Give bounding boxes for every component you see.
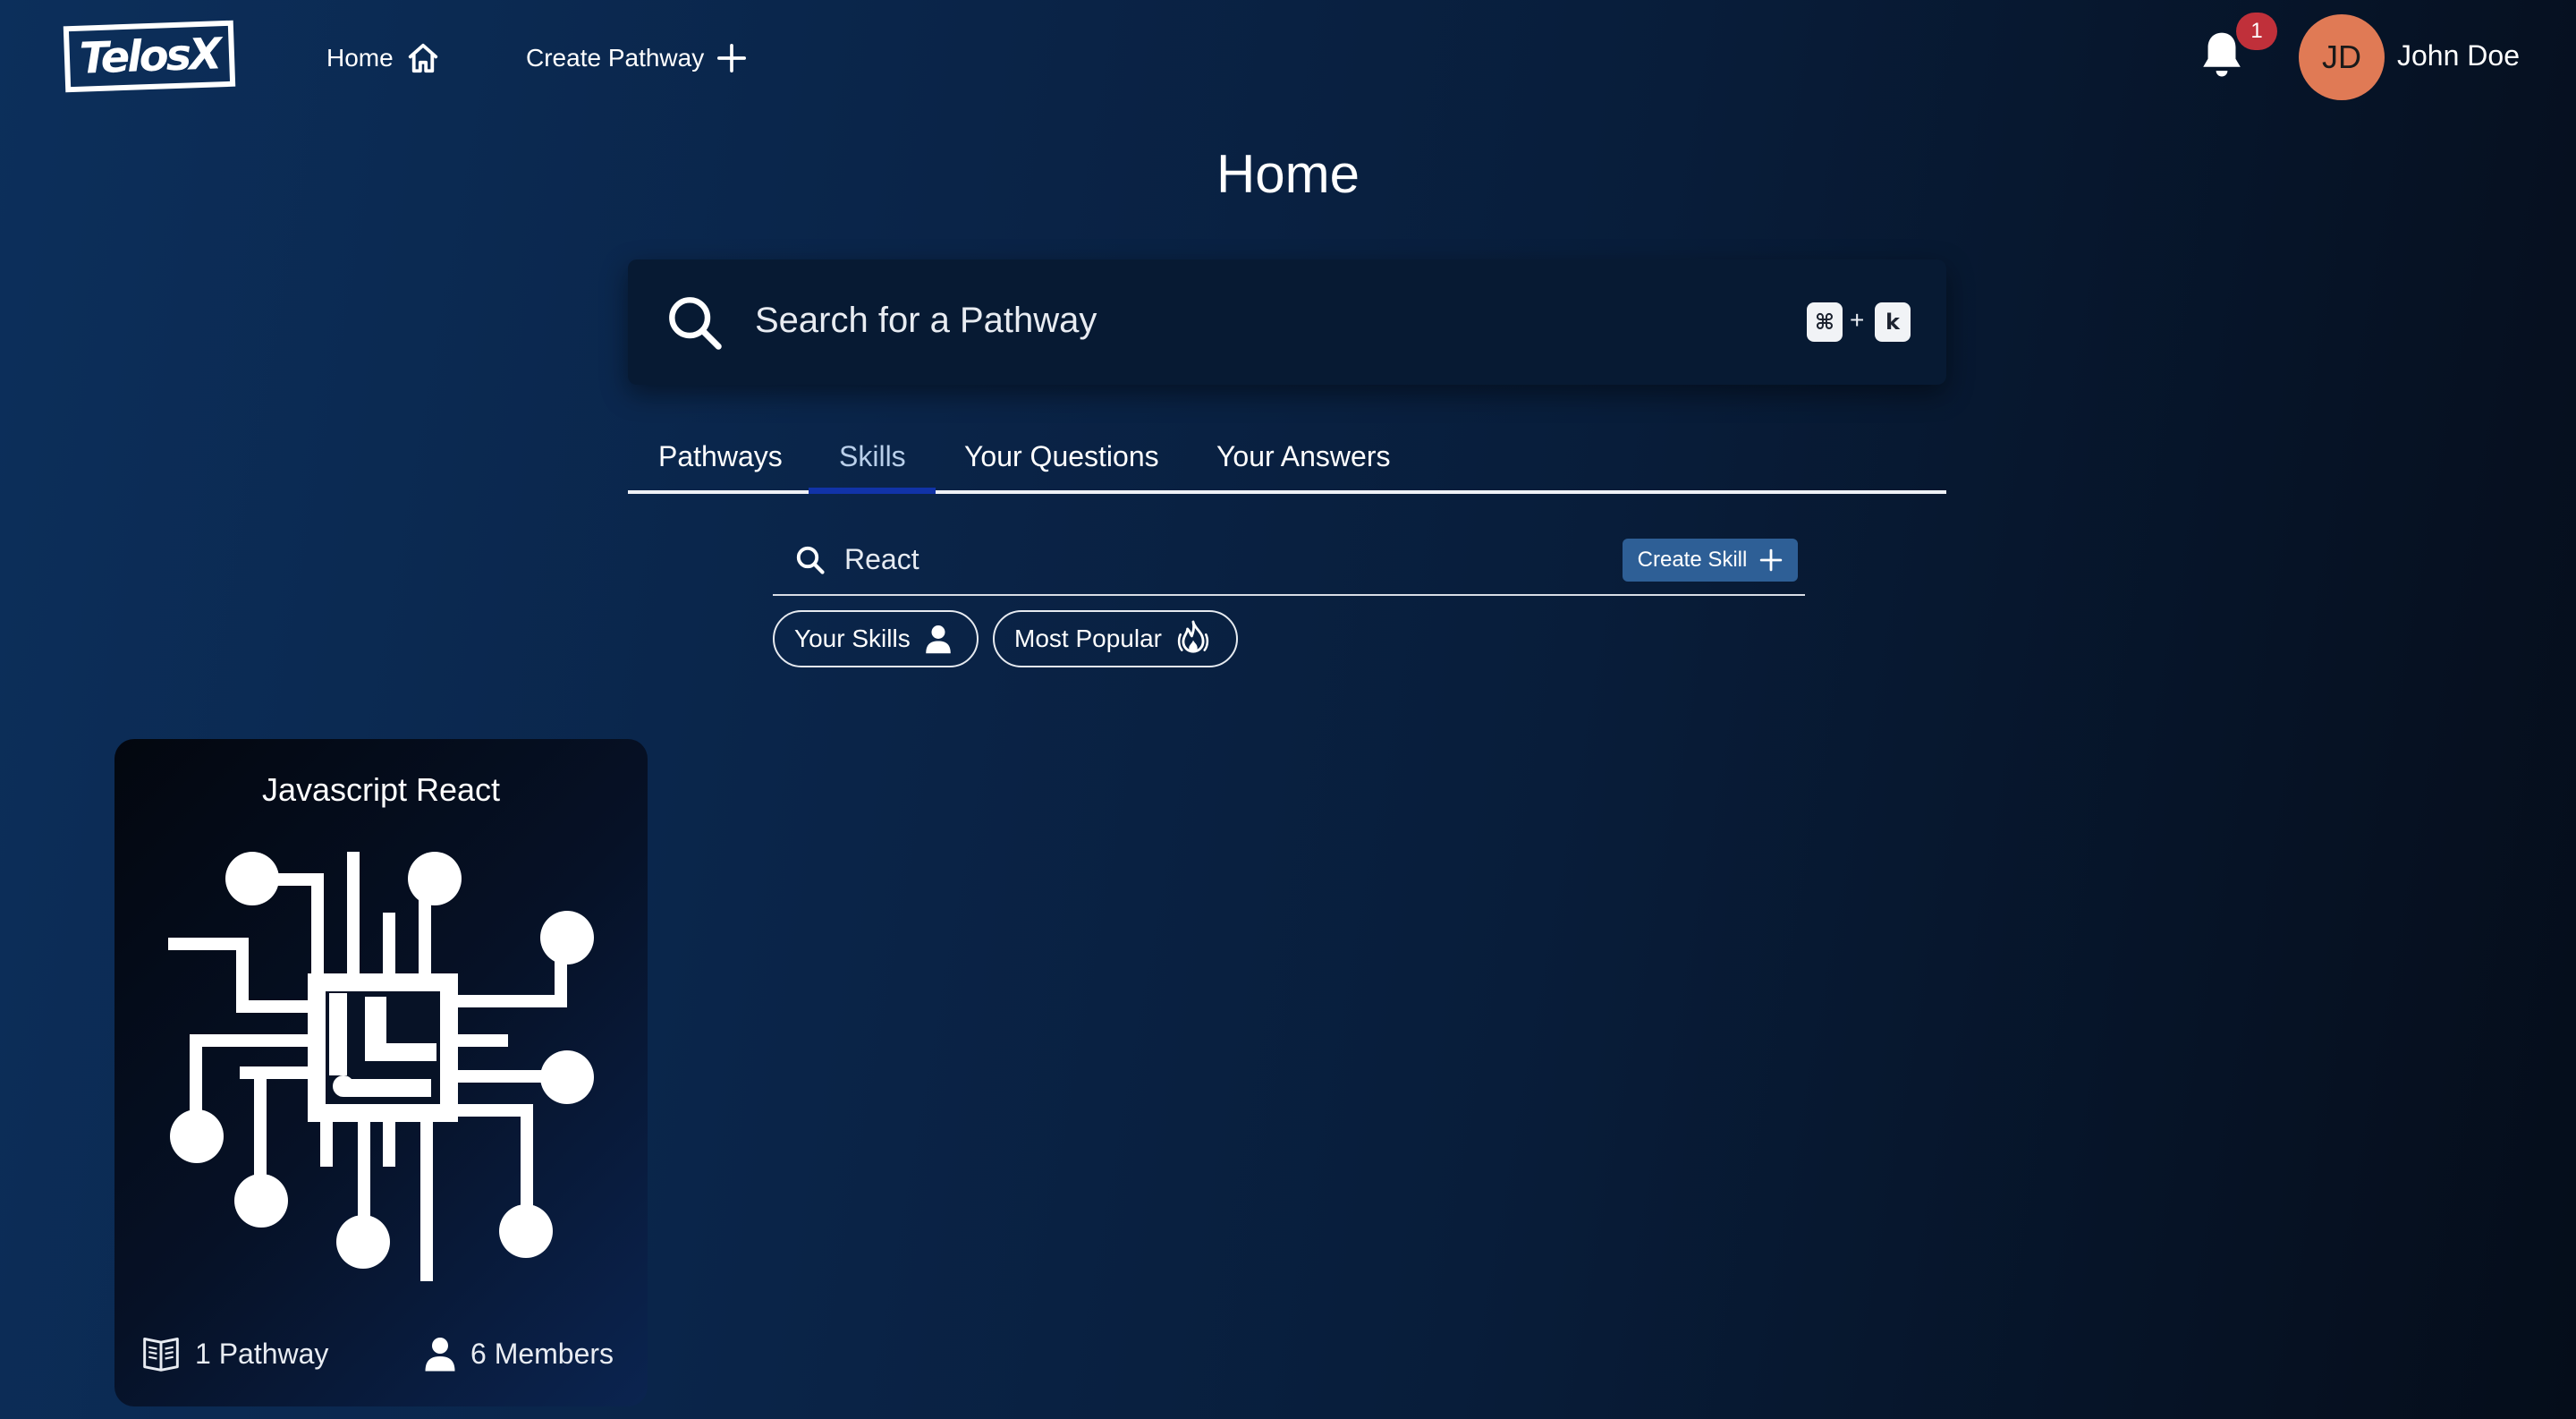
user-name[interactable]: John Doe xyxy=(2397,39,2520,72)
filter-your-skills[interactable]: Your Skills xyxy=(773,610,979,667)
skill-card-title: Javascript React xyxy=(261,771,501,808)
pathway-search-bar[interactable]: Search for a Pathway ⌘ + k xyxy=(628,259,1946,385)
book-icon xyxy=(143,1338,179,1372)
home-icon xyxy=(408,43,437,73)
nav-create-pathway-label: Create Pathway xyxy=(526,44,705,72)
user-icon xyxy=(425,1338,455,1372)
shortcut-plus: + xyxy=(1850,306,1865,334)
skill-card-members: 6 Members xyxy=(424,1333,614,1374)
nav-home-label: Home xyxy=(326,44,394,72)
skill-card-pathways: 1 Pathway xyxy=(141,1333,328,1374)
nav-create-pathway-link[interactable]: Create Pathway xyxy=(526,36,747,81)
user-icon xyxy=(925,625,951,654)
plus-icon xyxy=(717,43,747,73)
search-icon xyxy=(796,546,825,574)
skill-card-members-label: 6 Members xyxy=(470,1337,614,1370)
shortcut-cmd-key: ⌘ xyxy=(1807,302,1843,342)
telosx-logo[interactable]: TelosX xyxy=(63,20,236,93)
active-tab-indicator xyxy=(809,488,936,494)
avatar[interactable]: JD xyxy=(2299,14,2385,100)
skill-card[interactable]: Javascript React 1 Pathway 6 Members xyxy=(114,739,648,1406)
filter-most-popular-label: Most Popular xyxy=(1014,625,1162,652)
tab-bar: Pathways Skills Your Questions Your Answ… xyxy=(628,424,1946,494)
nav-home-link[interactable]: Home xyxy=(326,36,440,81)
notification-badge: 1 xyxy=(2236,13,2277,50)
plus-icon xyxy=(1760,548,1783,572)
filter-your-skills-label: Your Skills xyxy=(794,625,911,652)
page-title: Home xyxy=(1216,144,1360,204)
skill-search-bar: Create Skill xyxy=(773,535,1805,596)
tab-your-answers[interactable]: Your Answers xyxy=(1216,440,1390,473)
shortcut-k-key: k xyxy=(1875,302,1911,342)
tab-your-questions[interactable]: Your Questions xyxy=(964,440,1159,473)
skill-card-pathways-label: 1 Pathway xyxy=(195,1337,329,1370)
circuit-chip-icon xyxy=(168,852,594,1281)
search-icon xyxy=(669,297,722,350)
create-skill-button[interactable]: Create Skill xyxy=(1623,539,1798,582)
pathway-search-input[interactable]: Search for a Pathway xyxy=(755,301,1097,341)
fire-icon xyxy=(1177,620,1209,653)
logo-text: TelosX xyxy=(79,29,220,84)
create-skill-label: Create Skill xyxy=(1637,548,1748,572)
skill-search-input[interactable] xyxy=(844,537,1470,582)
filter-most-popular[interactable]: Most Popular xyxy=(993,610,1238,667)
tab-skills[interactable]: Skills xyxy=(839,440,906,473)
tab-pathways[interactable]: Pathways xyxy=(658,440,783,473)
